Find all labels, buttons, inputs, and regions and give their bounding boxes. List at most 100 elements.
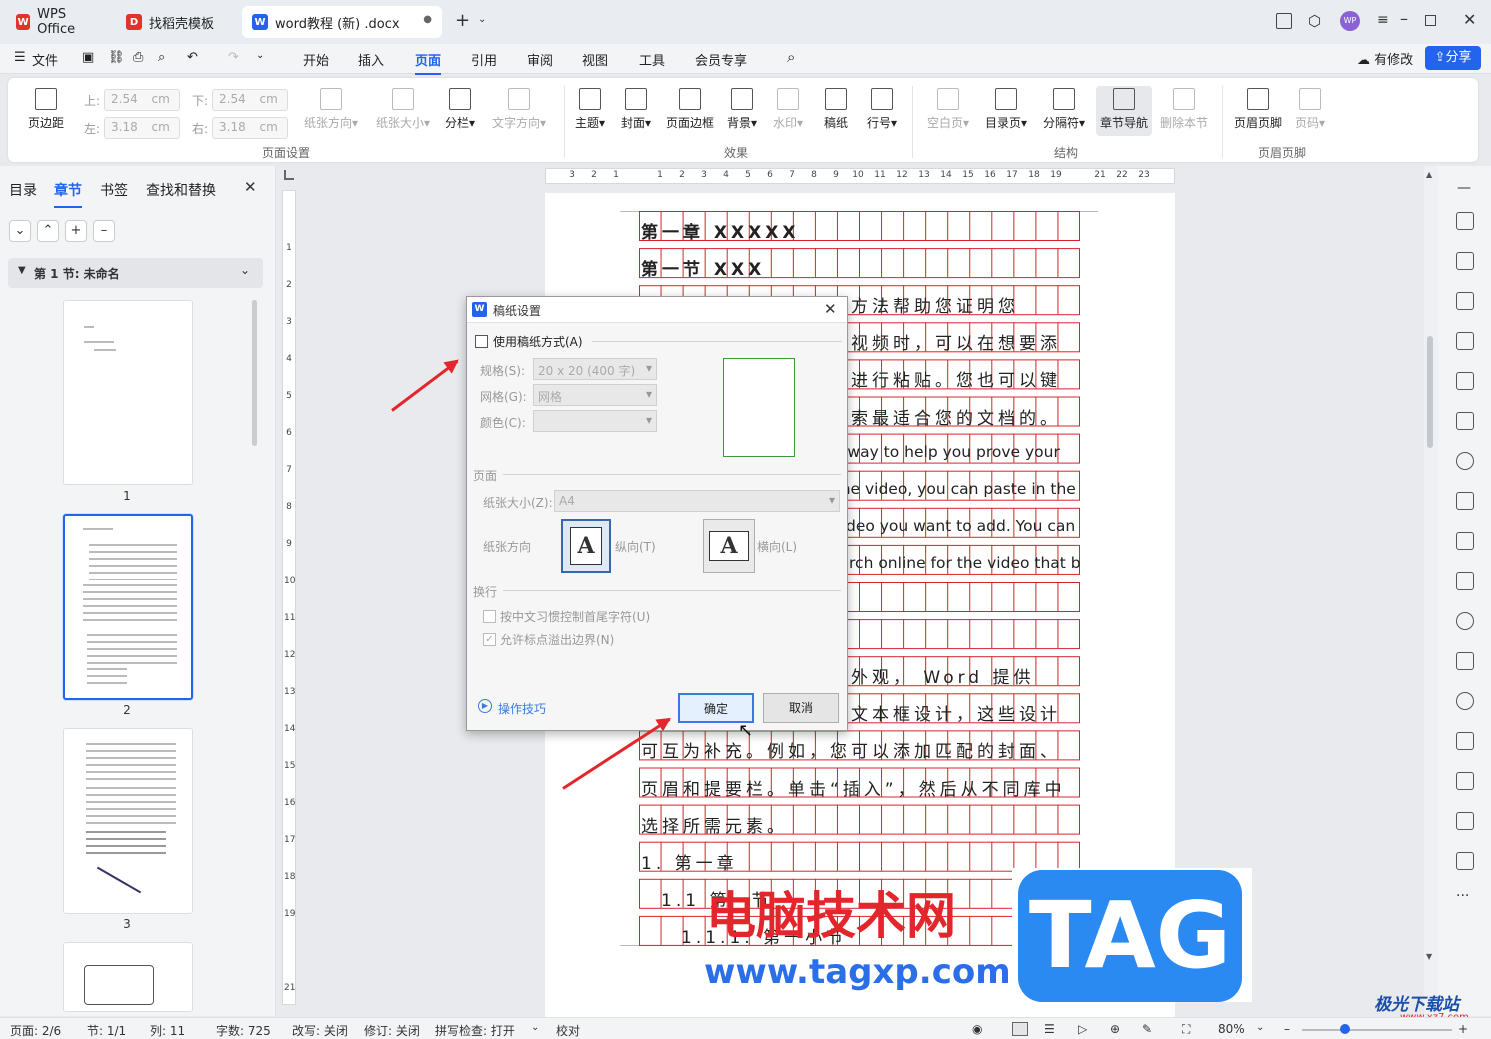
scroll-up-icon[interactable]: ▲: [1426, 170, 1432, 179]
close-icon[interactable]: ✕: [824, 300, 837, 318]
menu-references[interactable]: 引用: [471, 50, 497, 69]
print-icon[interactable]: ⎙: [133, 50, 143, 65]
history-icon[interactable]: [1456, 692, 1474, 710]
zoom-level[interactable]: 80%: [1218, 1022, 1245, 1036]
page-thumbnail-2[interactable]: [63, 514, 193, 700]
chevron-up-icon[interactable]: ⌃: [37, 220, 59, 242]
margins-button[interactable]: 页边距: [22, 88, 70, 131]
tab-toc[interactable]: 目录: [9, 180, 37, 200]
menu-lines-icon[interactable]: ≡: [1377, 12, 1389, 28]
color-select[interactable]: [533, 410, 657, 432]
menu-member[interactable]: 会员专享: [695, 50, 747, 69]
avatar[interactable]: WP: [1340, 11, 1360, 31]
tab-sections[interactable]: 章节: [54, 180, 82, 208]
chevron-down-icon[interactable]: ⌄: [9, 220, 31, 242]
toc-page-button[interactable]: 目录页▾: [980, 88, 1032, 131]
menu-view[interactable]: 视图: [582, 50, 608, 69]
field-value[interactable]: 2.54 cm: [104, 89, 180, 111]
cancel-button[interactable]: 取消: [763, 693, 839, 723]
section-nav-button[interactable]: 章节导航: [1096, 86, 1152, 136]
redo-icon[interactable]: ↷: [228, 50, 239, 65]
chevron-down-icon[interactable]: ⌄: [1256, 1022, 1264, 1033]
menu-tools[interactable]: 工具: [639, 50, 665, 69]
section-item[interactable]: ▼ 第 1 节: 未命名 ⌄: [8, 258, 263, 288]
save-icon[interactable]: ▣: [82, 50, 94, 65]
line-number-button[interactable]: 行号▾: [862, 88, 902, 131]
vertical-ruler[interactable]: 1 2 3 4 5 6 7 8 9 10 11 12 13 14 15 16 17 18 19 21: [282, 190, 296, 1005]
omega-icon[interactable]: [1456, 612, 1474, 630]
text-direction-button[interactable]: 文字方向▾: [486, 88, 552, 131]
help-icon[interactable]: [1456, 452, 1474, 470]
tips-link[interactable]: 操作技巧: [498, 700, 546, 717]
modified-button[interactable]: ☁ 有修改: [1357, 49, 1413, 68]
field-value[interactable]: 3.18 cm: [104, 117, 180, 139]
chevron-down-icon[interactable]: ⌄: [478, 14, 486, 25]
share-button[interactable]: ⇪分享: [1425, 46, 1481, 70]
page-thumbnail-4[interactable]: [63, 942, 193, 1012]
page-thumbnail-1[interactable]: [63, 300, 193, 485]
field-value[interactable]: 2.54 cm: [212, 89, 288, 111]
menu-file[interactable]: 文件: [32, 50, 58, 69]
folder-star-icon[interactable]: [1456, 732, 1474, 750]
list-icon[interactable]: [1456, 572, 1474, 590]
pen-icon[interactable]: ✎: [1142, 1022, 1152, 1036]
tab-wps-office[interactable]: W WPS Office: [6, 6, 110, 38]
menu-review[interactable]: 审阅: [527, 50, 553, 69]
document-line[interactable]: 页眉和提要栏。单击“插入”，然后从不同库中: [641, 775, 1080, 800]
paper-size-select[interactable]: A4: [554, 490, 840, 512]
undo-icon[interactable]: ↶: [187, 50, 198, 65]
spec-select[interactable]: 20 x 20 (400 字): [533, 358, 657, 380]
document-line[interactable]: 选择所需元素。: [641, 812, 1080, 837]
status-track[interactable]: 修订: 关闭: [364, 1022, 420, 1039]
margin-right-field[interactable]: 右: 3.18 cm: [192, 117, 288, 139]
new-tab-icon[interactable]: +: [455, 10, 470, 31]
menu-home[interactable]: 开始: [303, 50, 329, 69]
tab-docer[interactable]: D 找稻壳模板: [116, 6, 238, 38]
status-words[interactable]: 字数: 725: [216, 1022, 271, 1039]
tab-document[interactable]: W word教程 (新) .docx ●: [242, 6, 442, 38]
margin-left-field[interactable]: 左: 3.18 cm: [84, 117, 180, 139]
adjust-icon[interactable]: [1456, 292, 1474, 310]
menu-lines-icon[interactable]: ☰: [14, 50, 26, 65]
ok-button[interactable]: 确定: [678, 693, 754, 723]
zoom-slider[interactable]: [1302, 1029, 1452, 1031]
pen-icon[interactable]: [1456, 212, 1474, 230]
background-button[interactable]: 背景▾: [722, 88, 762, 131]
chevron-down-icon[interactable]: ⌄: [256, 50, 264, 61]
columns-button[interactable]: 分栏▾: [440, 88, 480, 131]
book-icon[interactable]: [1456, 412, 1474, 430]
chevron-down-icon[interactable]: ⌄: [531, 1022, 539, 1033]
translate-icon[interactable]: [1456, 812, 1474, 830]
status-section[interactable]: 节: 1/1: [87, 1022, 126, 1039]
status-spell[interactable]: 拼写检查: 打开: [435, 1022, 515, 1039]
lock-icon[interactable]: [1456, 492, 1474, 510]
horizontal-ruler[interactable]: 3 2 1 1 2 3 4 5 6 7 8 9 10 11 12 13 14 15 16 17 18 19 21 22 23: [545, 168, 1175, 184]
status-page[interactable]: 页面: 2/6: [10, 1022, 61, 1039]
outline-view-icon[interactable]: ☰: [1044, 1022, 1055, 1036]
scroll-down-icon[interactable]: ▼: [1426, 952, 1432, 961]
image-icon[interactable]: [1456, 772, 1474, 790]
page-view-icon[interactable]: [1012, 1022, 1028, 1036]
grid-select[interactable]: 网格: [533, 384, 657, 406]
play-icon[interactable]: ▷: [1078, 1022, 1087, 1036]
code-icon[interactable]: [1456, 532, 1474, 550]
preview-icon[interactable]: ⌕: [158, 50, 165, 65]
minimize-icon[interactable]: –: [1400, 9, 1408, 28]
minus-icon[interactable]: –: [93, 220, 115, 242]
add-icon[interactable]: +: [65, 220, 87, 242]
watermark-button[interactable]: 水印▾: [768, 88, 808, 131]
zoom-slider-handle[interactable]: [1340, 1024, 1350, 1034]
select-icon[interactable]: [1456, 252, 1474, 270]
chevron-down-icon[interactable]: ⌄: [240, 263, 250, 277]
maximize-icon[interactable]: [1425, 15, 1436, 26]
ai-icon[interactable]: [1456, 332, 1474, 350]
more-icon[interactable]: ···: [1456, 888, 1469, 904]
scrollbar-thumb[interactable]: [1427, 336, 1433, 448]
zoom-out-icon[interactable]: –: [1284, 1022, 1290, 1036]
status-overwrite[interactable]: 改写: 关闭: [292, 1022, 348, 1039]
header-footer-button[interactable]: 页眉页脚: [1232, 88, 1284, 131]
page-border-button[interactable]: 页面边框: [664, 88, 716, 131]
landscape-button[interactable]: A: [703, 519, 755, 573]
page-number-button[interactable]: 页码▾: [1290, 88, 1330, 131]
unsaved-dot-icon[interactable]: ●: [423, 14, 432, 25]
